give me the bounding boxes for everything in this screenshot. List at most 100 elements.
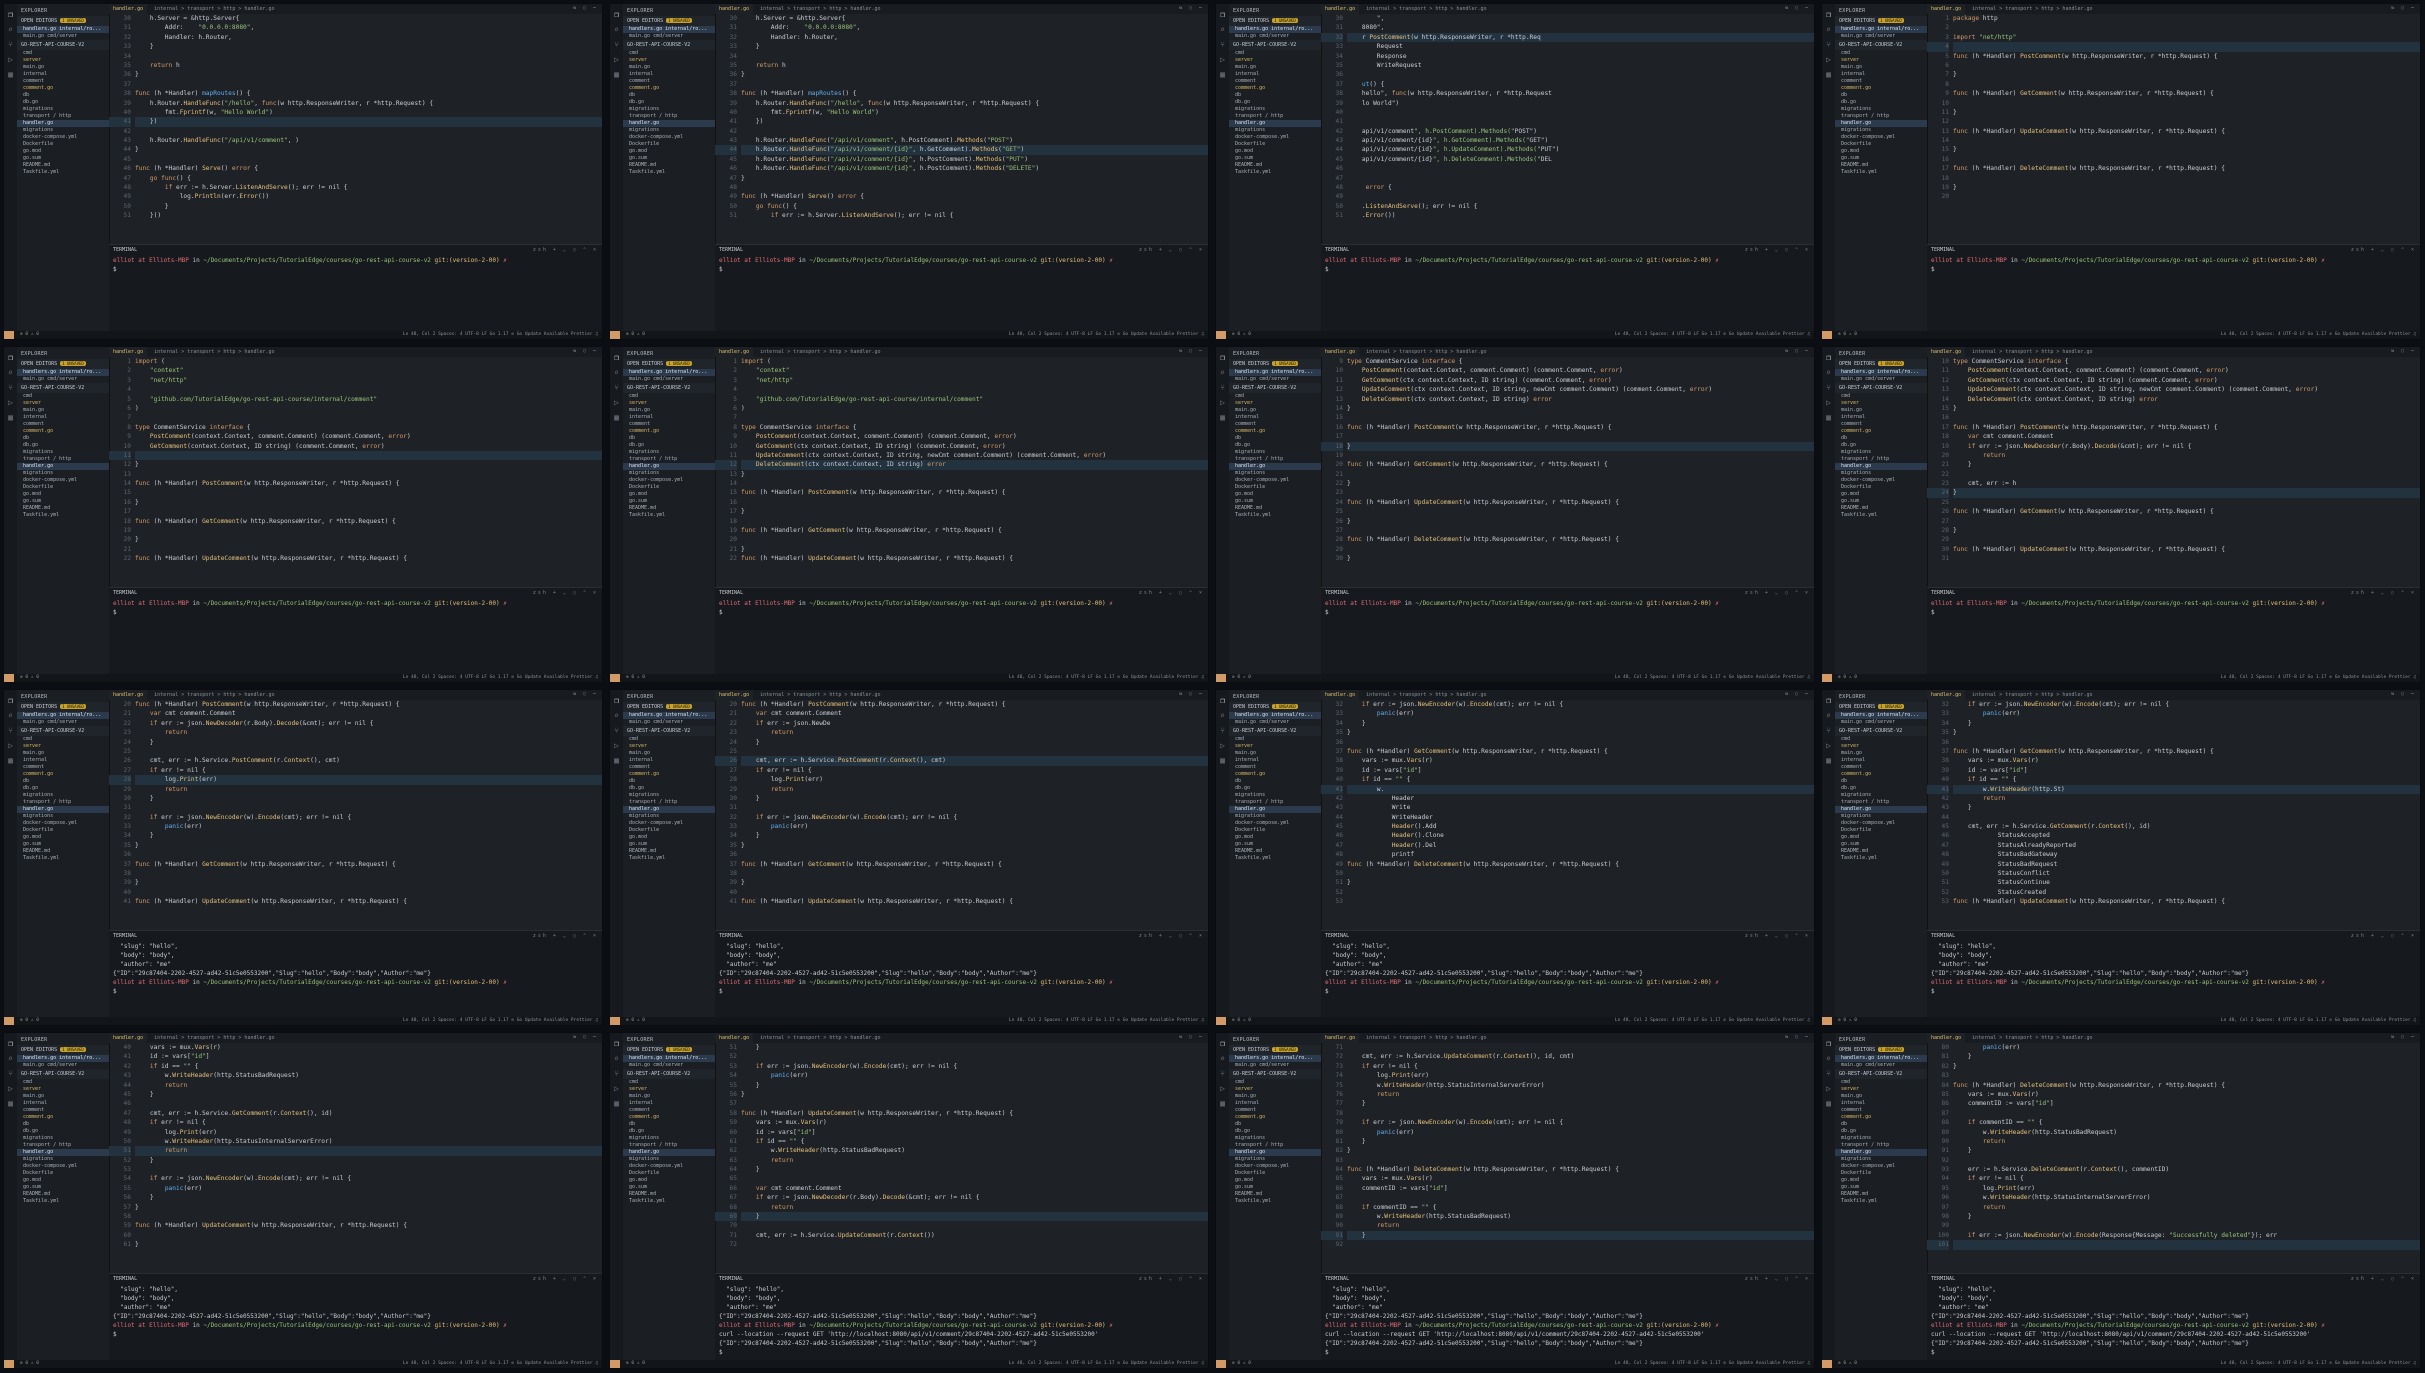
terminal-output[interactable]: "slug": "hello", "body": "body", "author…: [1927, 940, 2420, 998]
code-line[interactable]: [1347, 117, 1814, 126]
tree-item[interactable]: internal: [1229, 414, 1321, 421]
tree-item[interactable]: migrations: [623, 1135, 715, 1142]
status-right[interactable]: Ln 48, Col 2 Spaces: 4 UTF-8 LF Go 1.17 …: [403, 1017, 598, 1025]
tree-item[interactable]: go.mod: [623, 834, 715, 841]
project-header[interactable]: GO-REST-API-COURSE-V2: [17, 1069, 109, 1079]
code-line[interactable]: panic(err): [1953, 1043, 2420, 1052]
code-line[interactable]: [741, 869, 1208, 878]
tree-item[interactable]: README.md: [623, 848, 715, 855]
code-line[interactable]: id := vars["id"]: [1347, 766, 1814, 775]
panel-actions[interactable]: zsh + ⌄ ▯ ⌃ ×: [1745, 1276, 1810, 1282]
terminal-tab[interactable]: TERMINAL: [113, 933, 137, 939]
tree-item[interactable]: README.md: [1835, 1191, 1927, 1198]
code-line[interactable]: [741, 52, 1208, 61]
debug-icon[interactable]: ▷: [1822, 1084, 1835, 1093]
tree-item[interactable]: server: [1835, 400, 1927, 407]
code-line[interactable]: if err != nil {: [1953, 1174, 2420, 1183]
status-right[interactable]: Ln 48, Col 2 Spaces: 4 UTF-8 LF Go 1.17 …: [1615, 674, 1810, 682]
code-line[interactable]: if err := json.NewEncoder(w).Encode(cmt)…: [741, 813, 1208, 822]
code-line[interactable]: [741, 385, 1208, 394]
tree-item[interactable]: handler.go: [623, 806, 715, 813]
problems-indicator[interactable]: ⊗ 0 ⚠ 0: [20, 1017, 39, 1025]
debug-icon[interactable]: ▷: [4, 1084, 17, 1093]
remote-indicator[interactable]: [4, 674, 14, 682]
code-line[interactable]: }: [1953, 526, 2420, 535]
debug-icon[interactable]: ▷: [1822, 741, 1835, 750]
code-line[interactable]: err := h.Service.DeleteComment(r.Context…: [1953, 1165, 2420, 1174]
tree-item[interactable]: Dockerfile: [1835, 827, 1927, 834]
breadcrumb[interactable]: internal > transport > http > handler.go: [150, 4, 278, 14]
code-line[interactable]: hello", func(w http.ResponseWriter, r *h…: [1347, 89, 1814, 98]
tree-item[interactable]: main.go: [623, 407, 715, 414]
tree-item[interactable]: cmd: [623, 50, 715, 57]
code-line[interactable]: import (: [135, 357, 602, 366]
code-line[interactable]: }: [135, 145, 602, 154]
extensions-icon[interactable]: ▦: [610, 756, 623, 765]
tree-item[interactable]: cmd: [17, 736, 109, 743]
tree-item[interactable]: db: [623, 92, 715, 99]
code-line[interactable]: type CommentService interface {: [1953, 357, 2420, 366]
code-line[interactable]: StatusContinue: [1953, 878, 2420, 887]
remote-indicator[interactable]: [1822, 674, 1832, 682]
tree-item[interactable]: Taskfile.yml: [17, 1198, 109, 1205]
tree-item[interactable]: db: [623, 778, 715, 785]
code-line[interactable]: func (h *Handler) GetComment(w http.Resp…: [1953, 507, 2420, 516]
code-line[interactable]: }: [1347, 517, 1814, 526]
code-line[interactable]: Response: [1347, 52, 1814, 61]
code-line[interactable]: }: [1953, 719, 2420, 728]
problems-indicator[interactable]: ⊗ 0 ⚠ 0: [20, 674, 39, 682]
code-lines[interactable]: type CommentService interface { PostComm…: [1953, 357, 2420, 564]
status-right[interactable]: Ln 48, Col 2 Spaces: 4 UTF-8 LF Go 1.17 …: [2221, 674, 2416, 682]
open-editor-item[interactable]: handlers.go internal/ro...: [623, 26, 715, 33]
code-line[interactable]: }: [1347, 728, 1814, 737]
open-editor-item[interactable]: main.go cmd/server: [623, 376, 715, 383]
status-right[interactable]: Ln 48, Col 2 Spaces: 4 UTF-8 LF Go 1.17 …: [2221, 1360, 2416, 1368]
tree-item[interactable]: comment: [17, 78, 109, 85]
editor-actions[interactable]: ⇆ ▯ ⋯: [1179, 348, 1204, 354]
code-line[interactable]: vars := mux.Vars(r): [1347, 756, 1814, 765]
extensions-icon[interactable]: ▦: [610, 70, 623, 79]
tree-item[interactable]: go.sum: [1229, 1184, 1321, 1191]
code-line[interactable]: }: [741, 1212, 1208, 1222]
open-editor-item[interactable]: main.go cmd/server: [1835, 719, 1927, 726]
files-icon[interactable]: ❐: [4, 696, 17, 705]
remote-indicator[interactable]: [1216, 331, 1226, 339]
tree-item[interactable]: internal: [1835, 414, 1927, 421]
code-line[interactable]: func (h *Handler) UpdateComment(w http.R…: [741, 897, 1208, 906]
code-line[interactable]: log.Print(err): [741, 775, 1208, 784]
code-editor[interactable]: 20 21 22 23 24 25 26 27 28 29 30 31 32 33 34 35 36 37 38 39…: [109, 700, 602, 930]
code-line[interactable]: }: [1953, 803, 2420, 812]
tree-item[interactable]: go.mod: [17, 148, 109, 155]
code-line[interactable]: [1953, 813, 2420, 822]
files-icon[interactable]: ❐: [1822, 696, 1835, 705]
tree-item[interactable]: db: [1835, 1121, 1927, 1128]
code-line[interactable]: cmt, err := h.Service.UpdateComment(r.Co…: [741, 1231, 1208, 1240]
tree-item[interactable]: handler.go: [17, 1149, 109, 1156]
terminal-tab[interactable]: TERMINAL: [113, 247, 137, 253]
status-right[interactable]: Ln 48, Col 2 Spaces: 4 UTF-8 LF Go 1.17 …: [403, 674, 598, 682]
open-editor-item[interactable]: handlers.go internal/ro...: [1835, 26, 1927, 33]
tree-item[interactable]: go.mod: [1835, 491, 1927, 498]
files-icon[interactable]: ❐: [1822, 353, 1835, 362]
tree-item[interactable]: migrations: [17, 127, 109, 134]
status-right[interactable]: Ln 48, Col 2 Spaces: 4 UTF-8 LF Go 1.17 …: [1009, 674, 1204, 682]
tree-item[interactable]: README.md: [1835, 848, 1927, 855]
code-line[interactable]: cmt, err := h.Service.GetComment(r.Conte…: [1953, 822, 2420, 831]
code-line[interactable]: [1953, 517, 2420, 526]
tab-handler-go[interactable]: handler.go: [715, 690, 754, 700]
tab-handler-go[interactable]: handler.go: [109, 4, 148, 14]
tab-handler-go[interactable]: handler.go: [1927, 690, 1966, 700]
tree-item[interactable]: handler.go: [17, 120, 109, 127]
editor-actions[interactable]: ⇆ ▯ ⋯: [2391, 1034, 2416, 1040]
code-line[interactable]: return h: [741, 61, 1208, 70]
code-line[interactable]: panic(err): [135, 822, 602, 831]
tree-item[interactable]: Dockerfile: [1229, 141, 1321, 148]
code-line[interactable]: vars := mux.Vars(r): [1347, 1174, 1814, 1183]
project-header[interactable]: GO-REST-API-COURSE-V2: [623, 383, 715, 393]
panel-actions[interactable]: zsh + ⌄ ▯ ⌃ ×: [533, 590, 598, 596]
tree-item[interactable]: main.go: [623, 1093, 715, 1100]
problems-indicator[interactable]: ⊗ 0 ⚠ 0: [20, 1360, 39, 1368]
tree-item[interactable]: db: [17, 92, 109, 99]
code-line[interactable]: }: [1953, 404, 2420, 413]
tree-item[interactable]: migrations: [1835, 792, 1927, 799]
